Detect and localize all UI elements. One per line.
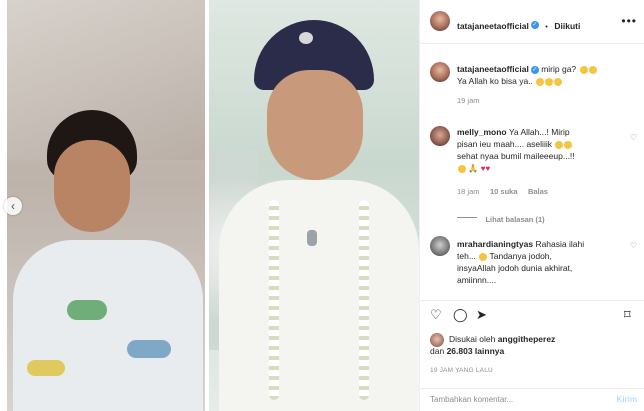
brooch [307, 230, 317, 246]
chevron-left-icon[interactable]: ‹ [4, 197, 22, 215]
comment: mrahardianingtyas Rahasia ilahi teh... T… [457, 238, 629, 286]
caption-text: Ya Allah ko bisa ya.. [457, 76, 533, 86]
child-photo [7, 0, 205, 411]
comment-input[interactable]: Tambahkan komentar... [430, 395, 513, 404]
likes-summary: Disukai oleh anggitheperez [449, 333, 639, 345]
heart-icon[interactable]: ♡ [430, 308, 442, 322]
wink-emoji-icon [458, 164, 466, 173]
comment-text: insyaAllah jodoh dunia akhirat, [457, 263, 573, 273]
jasmine-garland [359, 200, 369, 400]
caption: tatajaneetaofficial ✓ mirip ga? Ya Allah … [457, 63, 637, 105]
comment-text: sehat nyaa bumil maileeeup...!! [457, 151, 575, 161]
caption-text: mirip ga? [541, 64, 577, 74]
dino-print [67, 300, 107, 320]
send-button[interactable]: Kirim [617, 395, 637, 404]
divider [457, 217, 477, 219]
likes-joiner: dan [430, 346, 445, 356]
action-bar: ♡ ◯ ➤ ⌑ [420, 300, 644, 328]
author-username[interactable]: tatajaneetaofficial [457, 21, 529, 31]
caption-time: 19 jam [457, 96, 480, 105]
heart-emoji-icon: 🙏 [468, 164, 479, 173]
comment-username[interactable]: melly_mono [457, 127, 507, 137]
comment-text: Ya Allah...! Mirip [508, 127, 570, 137]
comment: melly_mono Ya Allah...! Mirip pisan ieu … [457, 126, 627, 227]
reply-button[interactable]: Balas [528, 187, 548, 196]
separator: • [545, 22, 548, 31]
comment-text: teh... [457, 251, 476, 261]
comment-text: amiinnn.... [457, 275, 497, 285]
child-shirt [13, 240, 203, 411]
groom-face [267, 70, 363, 180]
likes-prefix: Disukai oleh [449, 334, 496, 344]
bookmark-icon[interactable]: ⌑ [624, 308, 631, 322]
comment-time: 18 jam [457, 187, 480, 196]
brooch [299, 32, 313, 44]
comment-text: pisan ieu maah.... aseliiik [457, 139, 552, 149]
laugh-emoji-icon [554, 77, 563, 86]
post-header: tatajaneetaofficial ✓ • Diikuti ••• [420, 0, 644, 44]
heart-icon[interactable]: ♡ [630, 241, 637, 250]
avatar[interactable] [430, 11, 450, 31]
heart-emoji-icon: ♥♥ [480, 164, 491, 173]
follow-status-button[interactable]: Diikuti [554, 21, 580, 31]
view-replies-button[interactable]: Lihat balasan (1) [457, 209, 627, 227]
laugh-emoji-icon [536, 77, 545, 86]
comment-text: Rahasia ilahi [535, 239, 585, 249]
caption-username[interactable]: tatajaneetaofficial [457, 64, 529, 74]
post-media: ‹ [0, 0, 419, 411]
groom-jacket [219, 180, 419, 411]
dino-print [27, 360, 65, 376]
jasmine-garland [269, 200, 279, 400]
avatar[interactable] [430, 126, 450, 146]
heart-eyes-emoji-icon [555, 140, 564, 149]
comment-text: Tandanya jodoh, [489, 251, 552, 261]
likes-count[interactable]: 26.803 lainnya [447, 346, 505, 356]
avatar[interactable] [430, 236, 450, 256]
avatar[interactable] [430, 62, 450, 82]
comment-username[interactable]: mrahardianingtyas [457, 239, 533, 249]
comment-likes[interactable]: 10 suka [490, 187, 518, 196]
laugh-emoji-icon [545, 77, 554, 86]
more-icon[interactable]: ••• [621, 14, 637, 28]
comment-icon[interactable]: ◯ [453, 308, 468, 322]
post-side-panel: tatajaneetaofficial ✓ • Diikuti ••• tataj… [419, 0, 644, 411]
view-replies-label: Lihat balasan (1) [485, 215, 545, 224]
instagram-post: ‹ tatajaneetaofficial ✓ • Diikuti ••• ta… [0, 0, 644, 411]
verified-badge-icon: ✓ [530, 20, 539, 29]
liker-username[interactable]: anggitheperez [498, 334, 556, 344]
groom-photo [209, 0, 419, 411]
verified-badge-icon: ✓ [530, 65, 539, 74]
comment-composer: Tambahkan komentar... Kirim [420, 388, 644, 411]
heart-eyes-emoji-icon [564, 140, 573, 149]
likes-count-row: dan 26.803 lainnya [430, 345, 504, 357]
grin-emoji-icon [579, 65, 588, 74]
smile-emoji-icon [479, 252, 488, 261]
share-icon[interactable]: ➤ [476, 308, 487, 322]
heart-icon[interactable]: ♡ [630, 133, 637, 142]
grin-emoji-icon [588, 65, 597, 74]
dino-print [127, 340, 171, 358]
author-row: tatajaneetaofficial ✓ • Diikuti [457, 16, 580, 34]
post-timestamp: 19 JAM YANG LALU [430, 367, 493, 374]
child-face [54, 140, 130, 232]
